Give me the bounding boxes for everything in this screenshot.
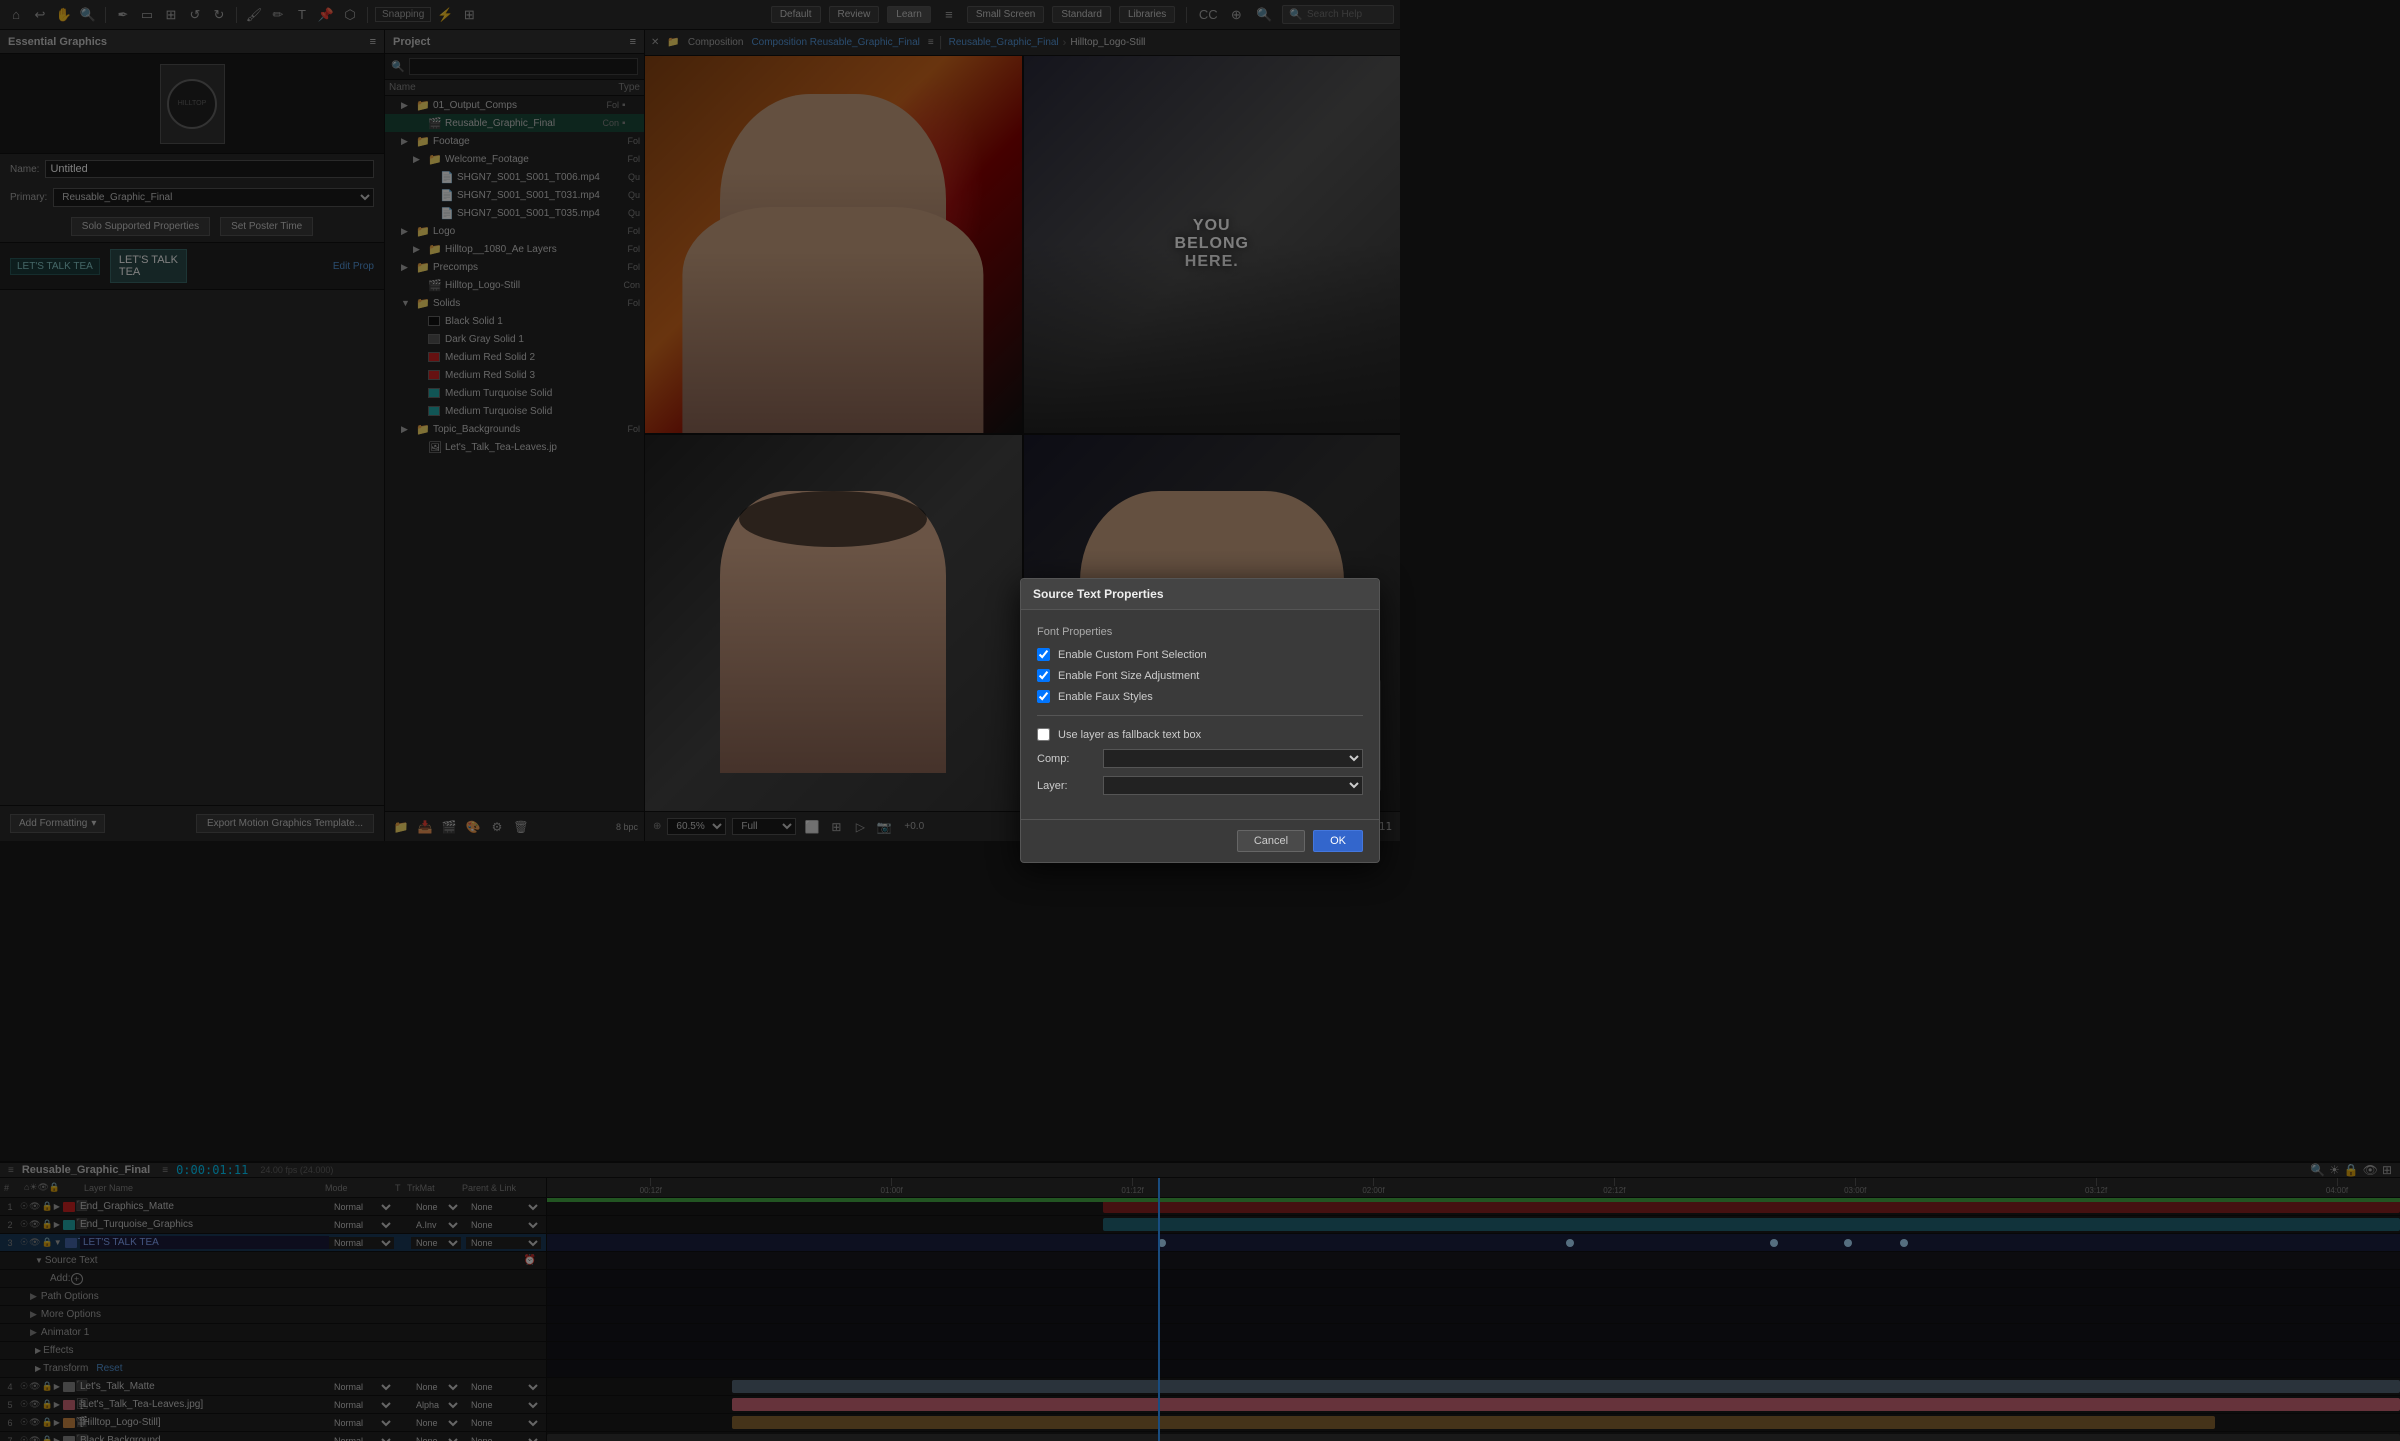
modal-comp-row: Comp: [1037,749,1363,768]
modal-layer-select[interactable] [1103,776,1363,795]
modal-title: Source Text Properties [1021,579,1379,610]
modal-separator [1037,715,1363,716]
checkbox-font-size[interactable] [1037,669,1050,682]
modal-layer-label: Layer: [1037,780,1097,792]
checkbox-use-layer[interactable] [1037,728,1050,741]
source-text-properties-modal: Source Text Properties Font Properties E… [1020,578,1380,863]
modal-ok-btn[interactable]: OK [1313,830,1363,852]
modal-body: Font Properties Enable Custom Font Selec… [1021,610,1379,819]
label-custom-font: Enable Custom Font Selection [1058,649,1207,661]
checkbox-custom-font[interactable] [1037,648,1050,661]
modal-footer: Cancel OK [1021,819,1379,862]
label-use-layer: Use layer as fallback text box [1058,729,1201,741]
modal-checkbox-row-2: Enable Font Size Adjustment [1037,669,1363,682]
modal-checkbox-row-3: Enable Faux Styles [1037,690,1363,703]
modal-checkbox-row-1: Enable Custom Font Selection [1037,648,1363,661]
modal-cancel-btn[interactable]: Cancel [1237,830,1305,852]
modal-overlay: Source Text Properties Font Properties E… [0,0,2400,1441]
modal-comp-label: Comp: [1037,753,1097,765]
modal-comp-select[interactable] [1103,749,1363,768]
checkbox-faux-styles[interactable] [1037,690,1050,703]
label-faux-styles: Enable Faux Styles [1058,691,1153,703]
modal-font-section: Font Properties [1037,626,1363,638]
modal-layer-row: Layer: [1037,776,1363,795]
modal-use-layer-row: Use layer as fallback text box [1037,728,1363,741]
label-font-size: Enable Font Size Adjustment [1058,670,1199,682]
